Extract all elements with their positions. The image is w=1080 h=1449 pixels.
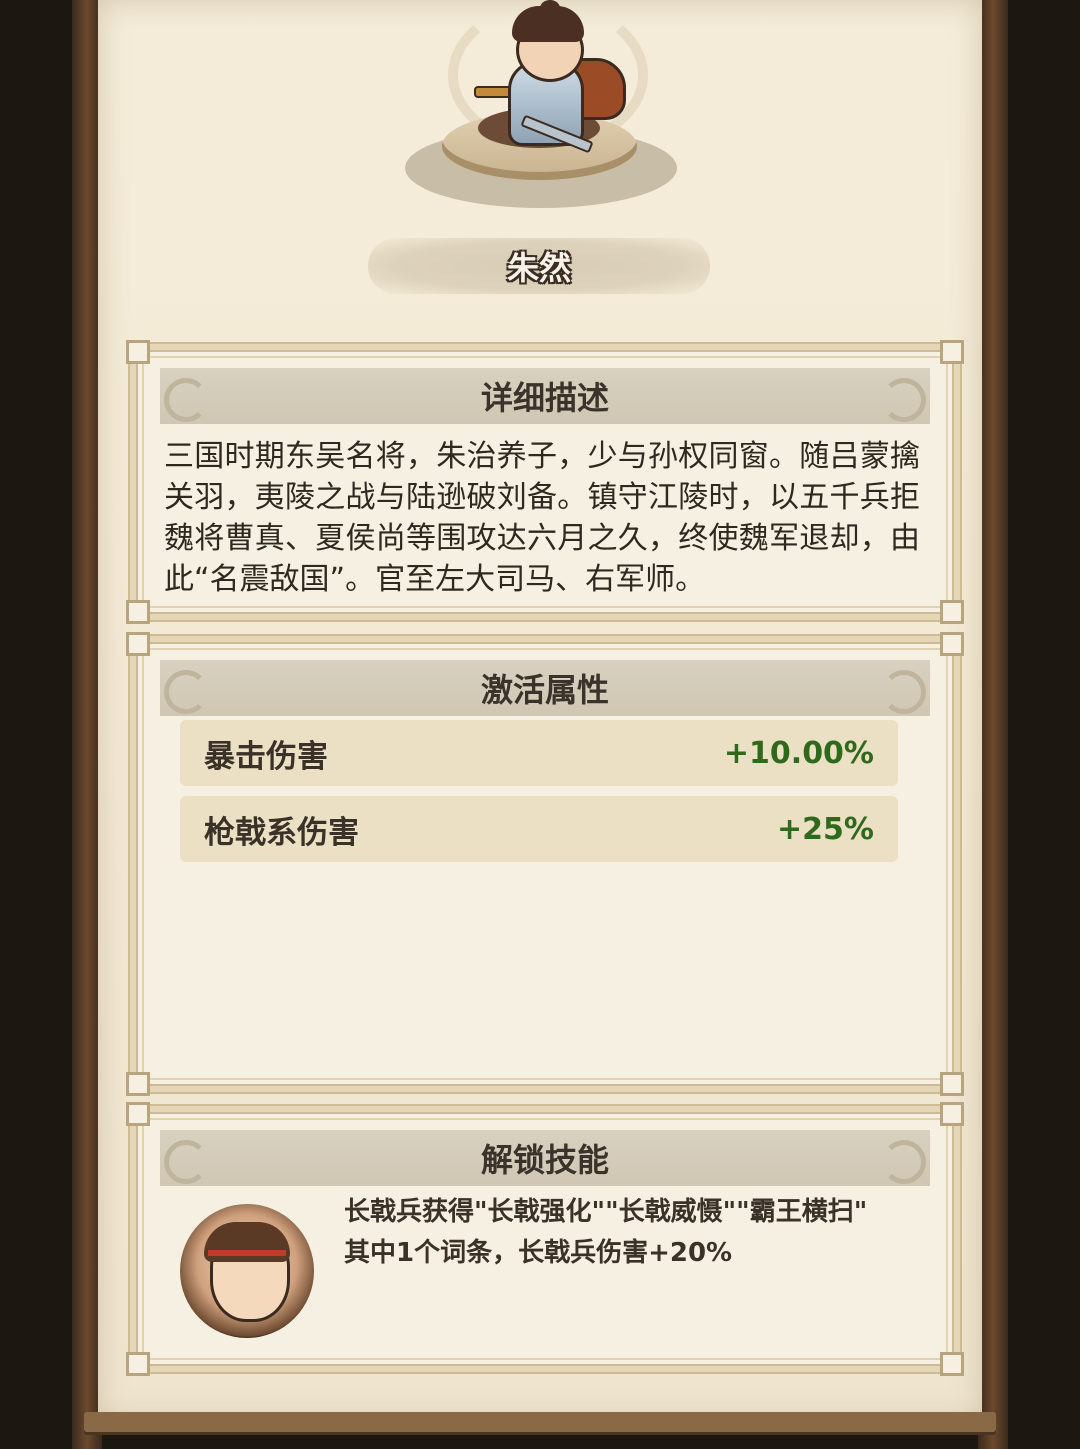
attributes-header: 激活属性 xyxy=(160,660,930,716)
hero-name: 朱然 xyxy=(506,249,571,287)
skill-hero-headband xyxy=(208,1250,286,1256)
attribute-name: 暴击伤害 xyxy=(204,738,328,775)
corner-ornament xyxy=(940,1102,964,1126)
skill-panel: 解锁技能 长戟兵获得"长戟强化""长戟威慑""霸王横扫" 其中1个词条，长戟兵伤… xyxy=(126,1102,964,1376)
skill-description-line: 其中1个词条，长戟兵伤害+20% xyxy=(344,1238,733,1268)
attribute-row: 枪戟系伤害 +25% xyxy=(180,796,898,862)
skill-description-line: 长戟兵获得"长戟强化""长戟威慑""霸王横扫" xyxy=(344,1197,868,1227)
attribute-row: 暴击伤害 +10.00% xyxy=(180,720,898,786)
skill-hero-icon[interactable] xyxy=(180,1204,314,1338)
cloud-swirl-icon xyxy=(882,670,926,714)
corner-ornament xyxy=(126,1102,150,1126)
attributes-title: 激活属性 xyxy=(480,671,609,709)
description-title: 详细描述 xyxy=(480,379,609,417)
skill-hero-hair xyxy=(204,1222,290,1262)
corner-ornament xyxy=(940,632,964,656)
corner-ornament xyxy=(126,1352,150,1376)
cloud-swirl-icon xyxy=(882,378,926,422)
corner-ornament xyxy=(940,600,964,624)
corner-ornament xyxy=(126,340,150,364)
corner-ornament xyxy=(940,1352,964,1376)
cloud-swirl-icon xyxy=(882,1140,926,1184)
attribute-value: +10.00% xyxy=(723,735,874,771)
hero-name-plate: 朱然 xyxy=(368,238,710,294)
cloud-swirl-icon xyxy=(164,378,208,422)
skill-title: 解锁技能 xyxy=(480,1141,609,1179)
hero-topknot xyxy=(540,0,560,16)
description-header: 详细描述 xyxy=(160,368,930,424)
cloud-swirl-icon xyxy=(164,670,208,714)
corner-ornament xyxy=(126,632,150,656)
description-text[interactable]: 三国时期东吴名将，朱治养子，少与孙权同窗。随吕蒙擒关羽，夷陵之战与陆逊破刘备。镇… xyxy=(164,436,920,606)
attribute-name: 枪戟系伤害 xyxy=(204,814,359,851)
skill-description: 长戟兵获得"长戟强化""长戟威慑""霸王横扫" 其中1个词条，长戟兵伤害+20% xyxy=(344,1192,924,1274)
attributes-panel: 激活属性 暴击伤害 +10.00% 枪戟系伤害 +25% xyxy=(126,632,964,1096)
bottom-frame-edge xyxy=(84,1412,996,1432)
corner-ornament xyxy=(940,1072,964,1096)
skill-header: 解锁技能 xyxy=(160,1130,930,1186)
description-panel: 详细描述 三国时期东吴名将，朱治养子，少与孙权同窗。随吕蒙擒关羽，夷陵之战与陆逊… xyxy=(126,340,964,624)
cloud-swirl-icon xyxy=(164,1140,208,1184)
corner-ornament xyxy=(940,340,964,364)
attribute-value: +25% xyxy=(777,811,874,847)
corner-ornament xyxy=(126,600,150,624)
hero-portrait xyxy=(400,0,680,215)
corner-ornament xyxy=(126,1072,150,1096)
right-frame-border xyxy=(978,0,1008,1449)
